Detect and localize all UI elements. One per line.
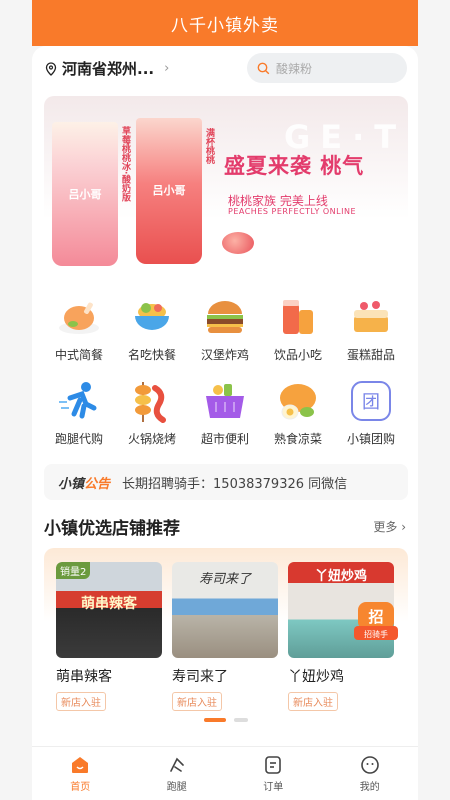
category-label: 饮品小吃: [273, 348, 322, 362]
hiring-badge[interactable]: 招招骑手: [352, 600, 400, 644]
tab-label: 我的: [359, 781, 380, 793]
notice-brand: 小镇: [58, 476, 85, 492]
tab-label: 订单: [263, 781, 284, 793]
category-label: 名吃快餐: [127, 348, 176, 362]
search-icon: [257, 62, 270, 74]
category-item[interactable]: 汉堡炸鸡: [190, 294, 260, 370]
shop-sign: 萌串辣客: [81, 596, 137, 612]
drink-cup-image: 吕小哥: [136, 118, 202, 264]
shop-sign: 寿司来了: [198, 572, 251, 587]
app-title: 八千小镇外卖: [171, 15, 279, 36]
category-label: 超市便利: [200, 432, 249, 446]
cup-logo: 吕小哥: [152, 184, 186, 197]
cup2-label: 满杯桃桃: [204, 128, 214, 164]
category-item[interactable]: 名吃快餐: [117, 294, 187, 370]
app-title-bar: 八千小镇外卖: [32, 0, 418, 46]
cup1-label: 草莓桃桃冰·酸奶版: [120, 126, 130, 202]
more-label: 更多: [373, 520, 398, 534]
runner-icon: [56, 378, 102, 424]
shop-dot[interactable]: [234, 718, 248, 722]
tab-home[interactable]: 首页: [32, 747, 129, 800]
sales-badge: 销量2: [56, 562, 91, 579]
category-label: 汉堡炸鸡: [200, 348, 249, 362]
category-item[interactable]: 饮品小吃: [263, 294, 333, 370]
location-selector[interactable]: 河南省郑州... ›: [44, 58, 169, 79]
category-label: 中式简餐: [54, 348, 103, 362]
basket-icon: [202, 378, 248, 424]
home-icon: [72, 756, 89, 773]
shop-name: 萌串辣客: [56, 669, 112, 685]
category-item[interactable]: 跑腿代购: [44, 378, 114, 454]
location-text: 河南省郑州...: [62, 60, 155, 78]
category-grid: 中式简餐 名吃快餐 汉堡炸鸡 饮品小吃 蛋糕甜品 跑腿代购 火锅烧烤 超市便利 …: [44, 284, 408, 452]
tab-label: 跑腿: [166, 781, 187, 793]
banner-title: 盛夏来袭 桃气: [224, 154, 365, 178]
shop-pagination: [204, 718, 248, 722]
shop-tag: 新店入驻: [288, 692, 338, 711]
notice-brand-accent: 公告: [84, 476, 111, 492]
category-item[interactable]: 中式简餐: [44, 294, 114, 370]
section-title: 小镇优选店铺推荐: [44, 519, 180, 539]
category-item[interactable]: 蛋糕甜品: [336, 294, 406, 370]
shop-sign: 丫妞炒鸡: [314, 569, 367, 584]
bowl-icon: [129, 294, 175, 340]
notice-bar[interactable]: 小镇 公告 长期招聘骑手：15038379326 同微信: [44, 464, 408, 500]
category-item[interactable]: 团 小镇团购: [336, 378, 406, 454]
skewer-icon: [129, 378, 175, 424]
drinks-icon: [275, 294, 321, 340]
roast-chicken-icon: [56, 294, 102, 340]
category-label: 熟食凉菜: [273, 432, 322, 446]
shop-tag: 新店入驻: [172, 692, 222, 711]
category-label: 蛋糕甜品: [346, 348, 395, 362]
category-item[interactable]: 火锅烧烤: [117, 378, 187, 454]
burger-icon: [202, 294, 248, 340]
shop-card[interactable]: 萌串辣客 销量2 萌串辣客 新店入驻: [56, 562, 162, 711]
cake-icon: [348, 294, 394, 340]
group-buy-icon: 团: [348, 378, 394, 424]
location-pin-icon: [45, 61, 57, 76]
app-screen: 八千小镇外卖 河南省郑州... › 酸辣粉 GE·T 吕小哥 草莓桃桃冰·酸奶版…: [0, 0, 450, 800]
banner-subtitle-en: PEACHES PERFECTLY ONLINE: [228, 207, 357, 216]
hiring-char: 招: [368, 608, 383, 626]
shop-name: 寿司来了: [172, 669, 228, 685]
chevron-right-icon: ›: [164, 61, 170, 76]
shop-name: 丫妞炒鸡: [288, 669, 344, 685]
home-content: 河南省郑州... › 酸辣粉 GE·T 吕小哥 草莓桃桃冰·酸奶版 吕小哥 满杯…: [32, 46, 418, 746]
search-placeholder: 酸辣粉: [276, 61, 313, 76]
search-input[interactable]: 酸辣粉: [247, 53, 407, 83]
cup-logo: 吕小哥: [68, 188, 102, 201]
category-label: 火锅烧烤: [127, 432, 176, 446]
tab-label: 首页: [70, 781, 91, 793]
shop-image: 萌串辣客 销量2: [56, 562, 162, 658]
peach-image: [222, 232, 254, 254]
notice-text: 长期招聘骑手：15038379326 同微信: [122, 476, 348, 492]
promo-banner[interactable]: GE·T 吕小哥 草莓桃桃冰·酸奶版 吕小哥 满杯桃桃 盛夏来袭 桃气 桃桃家族…: [44, 96, 408, 272]
run-icon: [169, 757, 184, 772]
shop-card[interactable]: 寿司来了 寿司来了 新店入驻: [172, 562, 278, 711]
profile-icon: [360, 755, 379, 774]
bottom-tab-bar: 首页 跑腿 订单 我的: [32, 746, 418, 800]
drink-cup-image: 吕小哥: [52, 122, 118, 266]
shop-card[interactable]: 丫妞炒鸡 丫妞炒鸡 新店入驻 招招骑手: [288, 562, 398, 711]
category-label: 小镇团购: [346, 432, 395, 446]
tab-errand[interactable]: 跑腿: [129, 747, 226, 800]
shop-tag: 新店入驻: [56, 692, 106, 711]
svg-text:团: 团: [362, 392, 380, 413]
shop-image: 寿司来了: [172, 562, 278, 658]
category-item[interactable]: 熟食凉菜: [263, 378, 333, 454]
category-item[interactable]: 超市便利: [190, 378, 260, 454]
tab-profile[interactable]: 我的: [322, 747, 419, 800]
shop-carousel: 萌串辣客 销量2 萌串辣客 新店入驻 寿司来了 寿司来了 新店入驻 丫妞炒鸡 丫…: [44, 548, 408, 732]
tab-orders[interactable]: 订单: [225, 747, 322, 800]
deli-icon: [275, 378, 321, 424]
category-label: 跑腿代购: [54, 432, 103, 446]
shop-dot-active[interactable]: [204, 718, 226, 722]
more-link[interactable]: 更多 ›: [373, 518, 406, 535]
hiring-text: 招骑手: [364, 629, 388, 639]
order-icon: [265, 755, 282, 774]
home-header: 河南省郑州... › 酸辣粉: [32, 46, 418, 92]
